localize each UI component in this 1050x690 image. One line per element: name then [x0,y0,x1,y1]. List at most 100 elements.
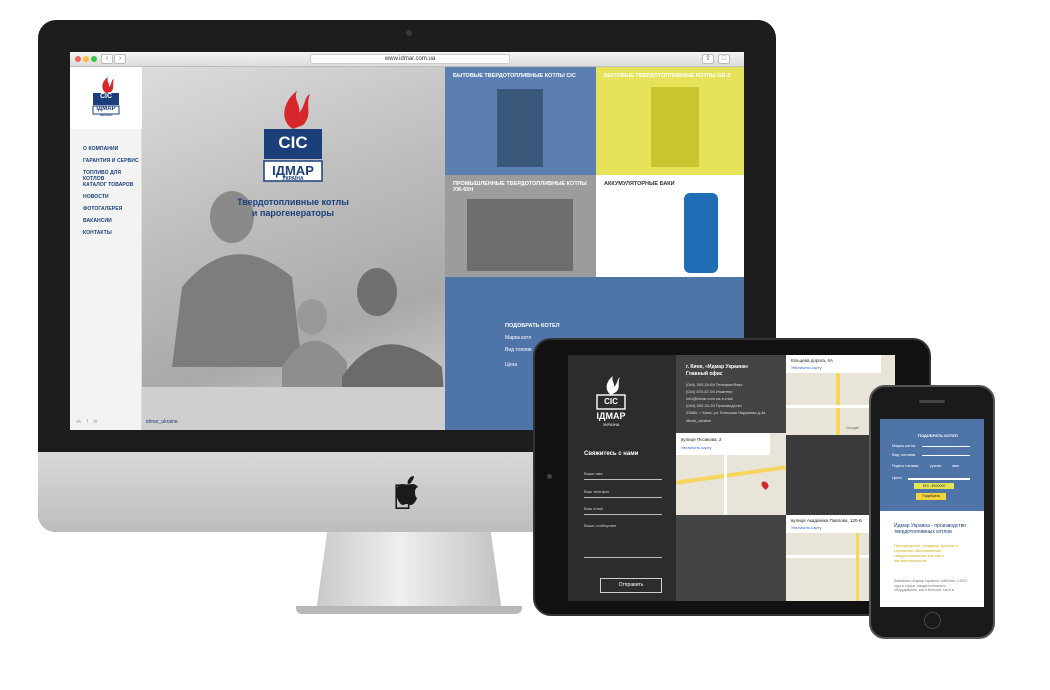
phone-body-text: Компания «Идмар Украина» работает с 2002… [894,579,968,592]
zoom-window-button[interactable] [91,56,97,62]
hero-tagline: Твердотопливные котлы и парогенераторы [218,197,368,219]
menu-item-news[interactable]: НОВОСТИ [83,194,109,200]
name-field[interactable] [584,479,662,480]
close-window-button[interactable] [75,56,81,62]
tile-cic-boilers[interactable]: БЫТОВЫЕ ТВЕРДОТОПЛИВНЫЕ КОТЛЫ CIC [445,67,596,175]
phone-price-label: Цена [892,475,902,480]
map-enlarge-link[interactable]: Увеличить карту [791,525,821,530]
map-enlarge-link[interactable]: Увеличить карту [791,365,821,370]
menu-item-vacancies[interactable]: ВАКАНСИИ [83,218,112,224]
logo-cic-text: CIC [99,93,113,100]
phone-picker-panel: ПОДОБРАТЬ КОТЕЛ Марка котла Вид топлива … [880,419,984,511]
phone-headline: Идмар Украина - производство твердотопли… [894,523,967,535]
office-email[interactable]: info@idmar.com.ua e-mail [686,396,733,401]
message-field-label: Ваше сообщение [584,523,617,528]
hero-tagline-line2: и парогенераторы [251,208,335,218]
share-icon[interactable]: ⇧ [702,54,714,64]
apple-logo-icon [396,476,418,505]
office-skype[interactable]: idmar_ukraine [686,418,711,423]
imac-stand-foot [296,606,522,614]
logo-idmar-text: ІДМАР [96,106,116,112]
menu-item-gallery[interactable]: ФОТОГАЛЕРЕЯ [83,206,122,212]
office-city: г. Киев, «Идмар Украина» [686,364,749,370]
map-address: Кільцева дорога, 4А [791,358,833,363]
phone-brand-label: Марка котла [892,443,916,448]
tablet-form-column: CIC ІДМАР УКРАЇНА Свяжитесь с нами Ваше … [568,355,676,601]
office-label: Главный офис [686,371,723,377]
map-office-2[interactable]: вулиця Пєсикова, 2 Увеличить карту [676,433,786,515]
contact-heading: Свяжитесь с нами [584,451,639,457]
tile-title: АККУМУЛЯТОРНЫЕ БАКИ [604,181,675,187]
tile-industrial-boilers[interactable]: ПРОМЫШЛЕННЫЕ ТВЕРДОТОПЛИВНЫЕ КОТЛЫ УЖ-65… [445,175,596,277]
tile-title: БЫТОВЫЕ ТВЕРДОТОПЛИВНЫЕ КОТЛЫ GB-3 [604,73,731,79]
office-production: (044) 393-34-39 Производство [686,403,742,408]
phone-fuel-label: Вид топлива [892,452,916,457]
phone-feed-label: Подача топлива: [892,464,920,468]
address-bar[interactable]: www.idmar.com.ua [310,54,510,64]
phone-feed-auto[interactable]: авто [952,464,959,468]
phone-price-range: $10 - $100000 [914,483,954,489]
tile-title: ПРОМЫШЛЕННЫЕ ТВЕРДОТОПЛИВНЫЕ КОТЛЫ УЖ-65… [453,181,587,193]
submit-button[interactable]: Отправить [600,578,662,593]
picker-brand-label: Марка котл [505,335,532,341]
hero-logo-ukraine: УКРАЇНА [282,176,304,182]
menu-item-about[interactable]: О КОМПАНИИ [83,146,118,152]
phone-pick-button[interactable]: Подобрать [916,493,946,500]
logo-cic-text: CIC [604,397,618,406]
tank-image [684,193,718,273]
phone-fuel-select[interactable] [922,455,970,456]
phone-picker-title: ПОДОБРАТЬ КОТЕЛ [918,433,958,438]
map-enlarge-link[interactable]: Увеличить карту [681,445,711,450]
office-info-column: г. Киев, «Идмар Украина» Главный офис (0… [676,355,786,601]
phone-subhead: Производство, продажа, монтаж и сервисно… [894,543,958,563]
tile-title: БЫТОВЫЕ ТВЕРДОТОПЛИВНЫЕ КОТЛЫ CIC [453,73,576,79]
map-road [676,465,786,485]
menu-item-warranty[interactable]: ГАРАНТИЯ И СЕРВИС [83,158,139,164]
message-field[interactable] [584,557,662,558]
picker-fuel-label: Вид топлив [505,347,532,353]
back-arrow-icon[interactable]: ‹ [101,54,113,64]
name-field-label: Ваше имя [584,471,603,476]
phone-screen: ПОДОБРАТЬ КОТЕЛ Марка котла Вид топлива … [880,419,984,607]
skype-handle[interactable]: idmar_ukraine [146,419,178,425]
map-address: вулиця Академіка Павлова, 120-Б [791,518,862,523]
map-address: вулиця Пєсикова, 2 [681,437,722,442]
camera-icon [406,30,412,36]
map-pin-icon[interactable] [760,480,770,490]
phone-brand-select[interactable] [922,446,970,447]
logo-ukraine-text: УКРАЇНА [99,113,113,117]
picker-title: ПОДОБРАТЬ КОТЕЛ [505,323,560,329]
tabs-icon[interactable]: □ [718,54,730,64]
menu-item-catalog[interactable]: КАТАЛОГ ТОВАРОВ [83,182,134,188]
phone-field-label: Ваш телефон [584,489,610,494]
map-address-card: Кільцева дорога, 4А Увеличить карту [786,355,881,373]
office-phone-fax: (044) 393-34-69 Телефон/Факс [686,382,743,387]
hero-photo: CIC ІДМАР УКРАЇНА Твердотопливные котлы … [142,67,445,430]
map-address-card: вулиця Пєсикова, 2 Увеличить карту [676,433,770,455]
phone-field[interactable] [584,497,662,498]
hero-logo-cic: CIC [278,133,308,152]
minimize-window-button[interactable] [83,56,89,62]
picker-price-label: Цена [505,362,518,368]
office-address: 03680, г. Киев, ул. Большая Окружная д.4… [686,410,766,415]
boiler-image [651,87,699,167]
social-icons[interactable]: vk f in [76,419,97,425]
phone-feed-manual[interactable]: ручная [930,464,941,468]
tile-storage-tanks[interactable]: АККУМУЛЯТОРНЫЕ БАКИ [596,175,744,277]
logo-ukraine-text: УКРАЇНА [602,422,620,427]
menu-item-contacts[interactable]: КОНТАКТЫ [83,230,112,236]
sidebar-logo[interactable]: CIC ІДМАР УКРАЇНА [70,67,142,129]
phone-price-slider[interactable] [908,478,970,480]
browser-toolbar: ‹ › www.idmar.com.ua ⇧ □ [70,52,744,67]
boiler-image [467,199,573,271]
tile-gb3-boilers[interactable]: БЫТОВЫЕ ТВЕРДОТОПЛИВНЫЕ КОТЛЫ GB-3 [596,67,744,175]
home-button[interactable] [924,612,941,629]
forward-arrow-icon[interactable]: › [114,54,126,64]
camera-icon [547,474,552,479]
sidebar: CIC ІДМАР УКРАЇНА О КОМПАНИИ ГАРАНТИЯ И … [70,67,142,430]
menu-item-fuel[interactable]: ТОПЛИВО ДЛЯ КОТЛОВ [83,170,141,182]
imac-stand [316,532,502,612]
map-google-label: Google [846,425,859,430]
email-field[interactable] [584,514,662,515]
logo-idmar-text: ІДМАР [596,411,626,421]
